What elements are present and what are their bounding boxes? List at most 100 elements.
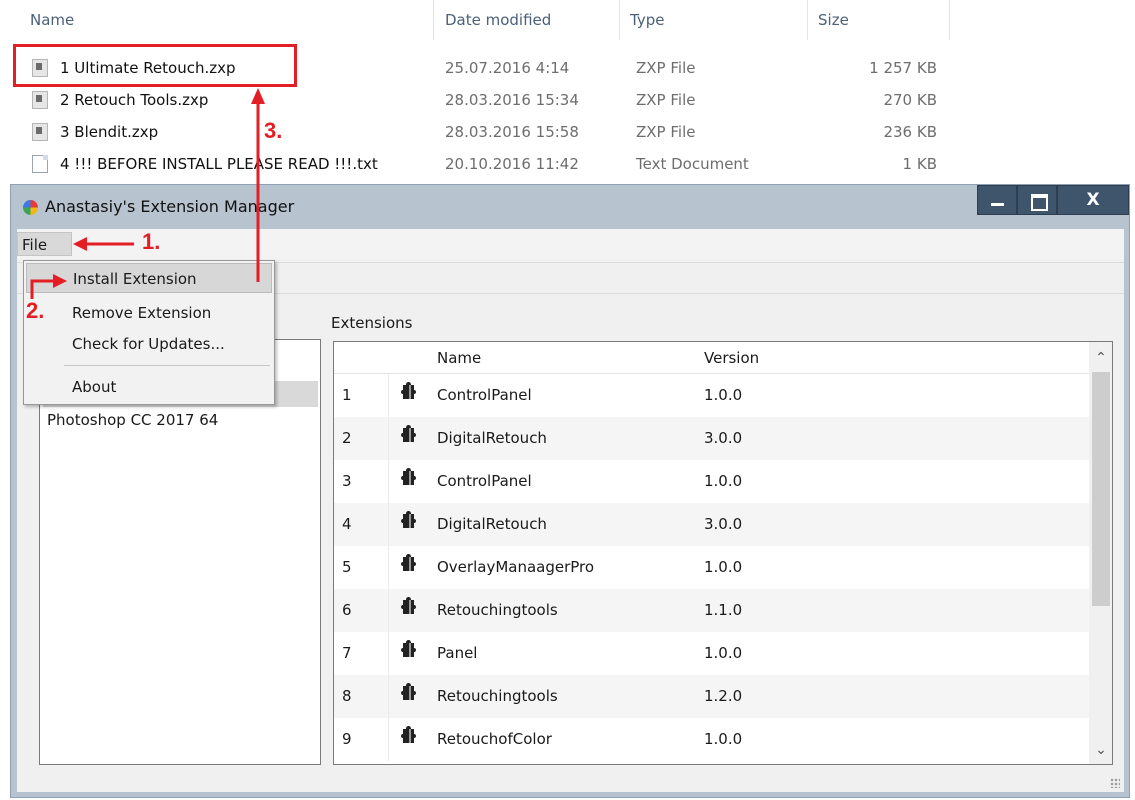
puzzle-piece-icon [400, 374, 416, 399]
chevron-down-icon[interactable]: ⌄ [1089, 738, 1112, 762]
row-number: 7 [334, 632, 389, 675]
row-number: 5 [334, 546, 389, 589]
vertical-scrollbar[interactable]: ⌃ ⌄ [1089, 342, 1112, 764]
extension-version: 1.0.0 [704, 644, 743, 662]
zxp-file-icon [32, 123, 48, 141]
maximize-button[interactable] [1017, 185, 1057, 215]
table-row[interactable]: 4 DigitalRetouch 3.0.0 [334, 503, 1089, 546]
annotation-step-1: 1. [142, 229, 161, 254]
window-title: Anastasiy's Extension Manager [45, 197, 295, 216]
file-size: 236 KB [883, 123, 937, 141]
column-header-name[interactable]: Name [22, 0, 434, 40]
row-number: 2 [334, 417, 389, 460]
minimize-button[interactable] [977, 185, 1017, 215]
file-row[interactable]: 2 Retouch Tools.zxp 28.03.2016 15:34 ZXP… [0, 84, 1135, 116]
extension-version: 1.0.0 [704, 730, 743, 748]
file-dropdown-menu: Install Extension Remove Extension Check… [23, 260, 275, 405]
row-number: 6 [334, 589, 389, 632]
extension-name: DigitalRetouch [437, 429, 547, 447]
table-row[interactable]: 6 Retouchingtools 1.1.0 [334, 589, 1089, 632]
file-type: ZXP File [636, 123, 696, 141]
extension-name: DigitalRetouch [437, 515, 547, 533]
extension-version: 3.0.0 [704, 429, 743, 447]
annotation-step-2: 2. [26, 298, 45, 323]
puzzle-piece-icon [400, 503, 416, 528]
table-header: Name Version [334, 342, 1089, 374]
extension-name: ControlPanel [437, 472, 532, 490]
table-row[interactable]: 8 Retouchingtools 1.2.0 [334, 675, 1089, 718]
header-version[interactable]: Version [704, 342, 759, 374]
row-number: 1 [334, 374, 389, 417]
close-icon: X [1086, 190, 1100, 210]
extension-version: 1.0.0 [704, 472, 743, 490]
close-button[interactable]: X [1057, 185, 1129, 215]
menu-item-install-extension[interactable]: Install Extension [26, 263, 272, 293]
extension-name: ControlPanel [437, 386, 532, 404]
puzzle-piece-icon [400, 718, 416, 743]
file-row[interactable]: 3 Blendit.zxp 28.03.2016 15:58 ZXP File … [0, 116, 1135, 148]
table-row[interactable]: 3 ControlPanel 1.0.0 [334, 460, 1089, 503]
puzzle-piece-icon [400, 460, 416, 485]
file-size: 1 257 KB [869, 59, 937, 77]
extensions-table[interactable]: Name Version 1 ControlPanel 1.0.0 2 DigitalR… [333, 341, 1113, 765]
table-row[interactable]: 2 DigitalRetouch 3.0.0 [334, 417, 1089, 460]
file-size: 270 KB [883, 91, 937, 109]
file-date: 20.10.2016 11:42 [445, 155, 579, 173]
table-row[interactable]: 9 RetouchofColor 1.0.0 [334, 718, 1089, 761]
annotation-step-3: 3. [264, 118, 283, 143]
extension-version: 3.0.0 [704, 515, 743, 533]
file-name: 2 Retouch Tools.zxp [60, 91, 209, 109]
row-number: 9 [334, 718, 389, 761]
column-header-date[interactable]: Date modified [437, 0, 620, 40]
menu-separator [64, 365, 270, 366]
row-number: 8 [334, 675, 389, 718]
file-type: ZXP File [636, 91, 696, 109]
menu-item-check-updates[interactable]: Check for Updates... [26, 329, 272, 359]
extension-name: RetouchofColor [437, 730, 552, 748]
file-name: 4 !!! BEFORE INSTALL PLEASE READ !!!.txt [60, 155, 378, 173]
extension-name: OverlayManaagerPro [437, 558, 595, 576]
puzzle-piece-icon [400, 675, 416, 700]
file-date: 28.03.2016 15:58 [445, 123, 579, 141]
extension-version: 1.2.0 [704, 687, 743, 705]
file-row[interactable]: 4 !!! BEFORE INSTALL PLEASE READ !!!.txt… [0, 148, 1135, 180]
row-number: 4 [334, 503, 389, 546]
host-item-ps-2017[interactable]: Photoshop CC 2017 64 [43, 407, 318, 433]
table-row[interactable]: 1 ControlPanel 1.0.0 [334, 374, 1089, 417]
file-date: 28.03.2016 15:34 [445, 91, 579, 109]
resize-grip-icon[interactable] [1110, 778, 1120, 788]
table-row[interactable]: 7 Panel 1.0.0 [334, 632, 1089, 675]
file-explorer-list: Name Date modified Type Size 1 Ultimate … [0, 0, 1135, 183]
puzzle-piece-icon [400, 546, 416, 571]
table-row[interactable]: 5 OverlayManaagerPro 1.0.0 [334, 546, 1089, 589]
extension-name: Retouchingtools [437, 601, 558, 619]
puzzle-piece-icon [400, 417, 416, 442]
file-type: ZXP File [636, 59, 696, 77]
file-name: 3 Blendit.zxp [60, 123, 159, 141]
menu-bar: File [17, 229, 1124, 259]
chevron-up-icon[interactable]: ⌃ [1089, 346, 1112, 370]
extensions-label: Extensions [331, 314, 413, 332]
column-header-type[interactable]: Type [622, 0, 808, 40]
zxp-file-icon [32, 91, 48, 109]
extension-name: Panel [437, 644, 478, 662]
title-bar[interactable]: Anastasiy's Extension Manager X [11, 185, 1129, 229]
file-size: 1 KB [902, 155, 937, 173]
highlight-box [13, 44, 297, 87]
extension-version: 1.1.0 [704, 601, 743, 619]
column-header-size[interactable]: Size [810, 0, 950, 40]
extension-name: Retouchingtools [437, 687, 558, 705]
extension-version: 1.0.0 [704, 386, 743, 404]
puzzle-piece-icon [400, 632, 416, 657]
scrollbar-thumb[interactable] [1092, 372, 1110, 606]
menu-item-about[interactable]: About [26, 372, 272, 402]
puzzle-piece-icon [400, 589, 416, 614]
menu-item-remove-extension[interactable]: Remove Extension [26, 298, 272, 328]
extension-version: 1.0.0 [704, 558, 743, 576]
text-file-icon [32, 155, 48, 173]
row-number: 3 [334, 460, 389, 503]
header-name[interactable]: Name [437, 342, 481, 374]
file-date: 25.07.2016 4:14 [445, 59, 570, 77]
app-logo-icon [23, 200, 38, 215]
menu-file[interactable]: File [17, 232, 72, 256]
